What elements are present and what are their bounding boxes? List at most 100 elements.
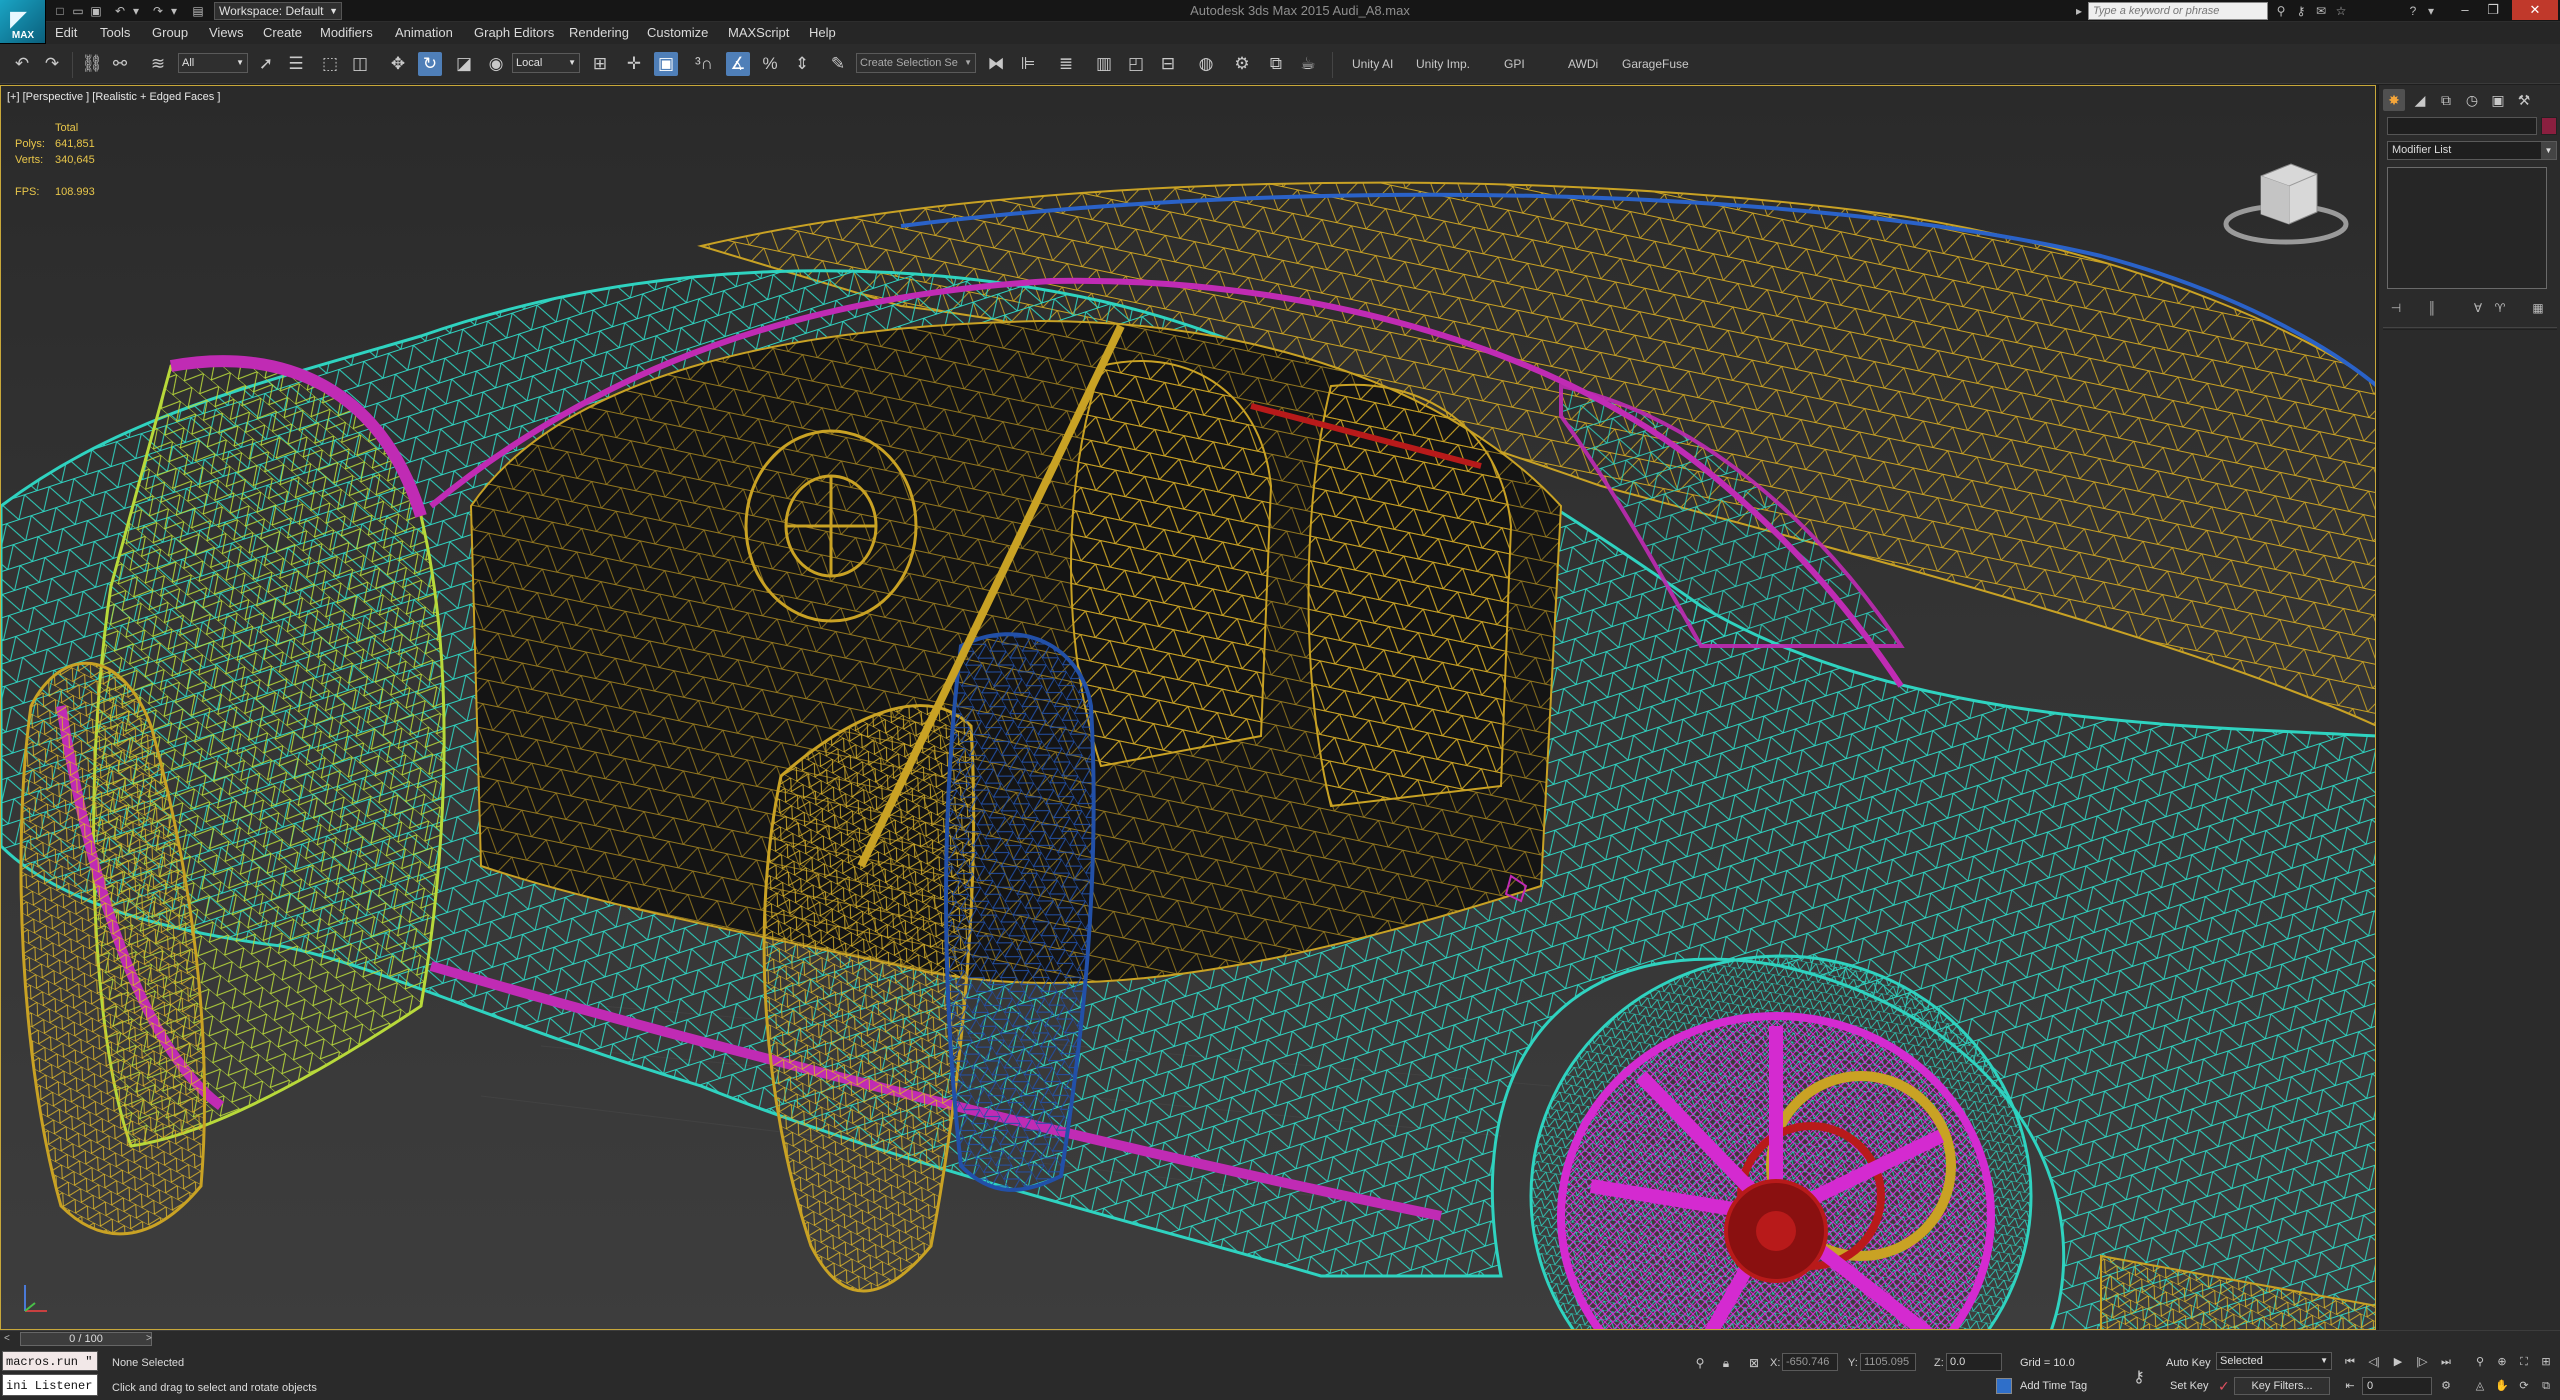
viewcube-widget[interactable] [2221,146,2351,256]
pivot-center-icon[interactable]: ⊞ [588,52,612,76]
y-coord-field[interactable]: 1105.095 [1860,1353,1916,1371]
hierarchy-tab-icon[interactable]: ⧉ [2435,89,2457,111]
rendered-frame-window-icon[interactable]: ⧉ [1264,52,1288,76]
menu-animation[interactable]: Animation [395,25,453,41]
tab-awdi[interactable]: AWDi [1568,56,1598,72]
next-key-icon[interactable]: |▷ [2412,1353,2432,1371]
select-move-icon[interactable]: ✥ [386,52,410,76]
open-file-icon[interactable]: ▭ [70,3,86,19]
play-icon[interactable]: ▶ [2388,1353,2408,1371]
help-icon[interactable]: ? [2404,3,2422,19]
named-selection-set-select[interactable]: Create Selection Se ▼ [856,53,976,73]
spinner-snap-icon[interactable]: ⇕ [790,52,814,76]
menu-graph-editors[interactable]: Graph Editors [474,25,554,41]
workspace-select[interactable]: Workspace: Default ▼ [214,2,342,20]
z-coord-field[interactable]: 0.0 [1946,1353,2002,1371]
curve-editor-icon[interactable]: ◰ [1124,52,1148,76]
select-object-icon[interactable]: ➚ [254,52,278,76]
help-dropdown-icon[interactable]: ▾ [2422,3,2440,19]
previous-key-icon[interactable]: ◁| [2364,1353,2384,1371]
communication-center-icon[interactable]: ✉ [2312,3,2330,19]
select-scale-icon[interactable]: ◪ [452,52,476,76]
current-frame-field[interactable]: 0 [2362,1377,2432,1395]
x-coord-field[interactable]: -650.746 [1782,1353,1838,1371]
minimize-button[interactable]: – [2452,0,2478,20]
go-to-end-icon[interactable]: ⏭ [2436,1353,2456,1371]
app-menu-button[interactable]: ◤ MAX [0,0,46,44]
menu-create[interactable]: Create [263,25,302,41]
subscription-icon[interactable]: ⚷ [2292,3,2310,19]
go-to-start-icon[interactable]: ⏮ [2340,1353,2360,1371]
create-tab-icon[interactable]: ✸ [2383,89,2405,111]
edit-named-selection-icon[interactable]: ✎ [826,52,850,76]
schematic-view-icon[interactable]: ⊟ [1156,52,1180,76]
modifier-list-select[interactable]: Modifier List ▼ [2387,141,2557,160]
tab-garagefuse[interactable]: GarageFuse [1622,56,1689,72]
window-crossing-icon[interactable]: ◫ [348,52,372,76]
menu-maxscript[interactable]: MAXScript [728,25,789,41]
set-key-button[interactable]: Set Key [2170,1380,2209,1392]
viewport-label-menu[interactable]: [+] [Perspective ] [Realistic + Edged Fa… [7,91,220,103]
search-scope-icon[interactable]: ▸ [2070,3,2088,19]
isolate-selection-icon[interactable]: ⚲ [1692,1355,1708,1371]
search-icon[interactable]: ⚲ [2272,3,2290,19]
menu-views[interactable]: Views [209,25,243,41]
maxscript-listener-output[interactable]: macros.run " [2,1351,98,1371]
place-icon[interactable]: ◉ [484,52,508,76]
zoom-all-icon[interactable]: ⊕ [2492,1353,2512,1371]
maxscript-listener-input[interactable]: ini Listener [2,1374,98,1396]
layer-explorer-icon[interactable]: ≣ [1054,52,1078,76]
project-folder-icon[interactable]: ▤ [190,3,206,19]
keyboard-shortcut-override-icon[interactable]: ▣ [654,52,678,76]
field-of-view-icon[interactable]: ◬ [2470,1377,2490,1395]
menu-customize[interactable]: Customize [647,25,708,41]
selection-filter-select[interactable]: All ▼ [178,53,248,73]
modify-tab-icon[interactable]: ◢ [2409,89,2431,111]
new-file-icon[interactable]: □ [52,3,68,19]
orbit-icon[interactable]: ⟳ [2514,1377,2534,1395]
display-tab-icon[interactable]: ▣ [2487,89,2509,111]
render-production-icon[interactable]: ☕ [1296,52,1320,76]
maximize-viewport-icon[interactable]: ⧉ [2536,1377,2556,1395]
select-rotate-icon[interactable]: ↻ [418,52,442,76]
configure-modifier-sets-icon[interactable]: ▦ [2529,299,2547,317]
restore-button[interactable]: ❐ [2480,0,2506,20]
key-filters-button[interactable]: Key Filters... [2234,1377,2330,1395]
tab-unity-imp[interactable]: Unity Imp. [1416,56,1470,72]
motion-tab-icon[interactable]: ◷ [2461,89,2483,111]
unlink-icon[interactable]: ⚯ [108,52,132,76]
menu-group[interactable]: Group [152,25,188,41]
add-time-tag-button[interactable]: Add Time Tag [2020,1380,2087,1392]
toggle-ribbon-icon[interactable]: ▥ [1092,52,1116,76]
material-editor-icon[interactable]: ◍ [1194,52,1218,76]
menu-modifiers[interactable]: Modifiers [320,25,373,41]
save-file-icon[interactable]: ▣ [88,3,104,19]
link-icon[interactable]: ⛓ [80,52,104,76]
align-icon[interactable]: ⊫ [1016,52,1040,76]
zoom-icon[interactable]: ⚲ [2470,1353,2490,1371]
tab-gpi[interactable]: GPI [1504,56,1525,72]
time-tag-icon[interactable] [1996,1378,2012,1394]
pan-view-icon[interactable]: ✋ [2492,1377,2512,1395]
absolute-transform-icon[interactable]: ⊠ [1746,1355,1762,1371]
favorites-star-icon[interactable]: ☆ [2332,3,2350,19]
redo-dropdown-icon[interactable]: ▾ [166,3,182,19]
previous-frame-icon[interactable]: < [4,1333,16,1345]
time-slider-thumb[interactable]: 0 / 100 [20,1332,152,1346]
menu-tools[interactable]: Tools [100,25,130,41]
mirror-icon[interactable]: ⧓ [984,52,1008,76]
auto-key-button[interactable]: Auto Key [2166,1357,2211,1369]
key-mode-select[interactable]: Selected ▼ [2216,1352,2332,1370]
snaps-toggle-icon[interactable]: ³∩ [692,52,716,76]
tab-unity-ai[interactable]: Unity AI [1352,56,1393,72]
perspective-viewport[interactable]: [+] [Perspective ] [Realistic + Edged Fa… [0,85,2376,1330]
object-color-swatch[interactable] [2541,117,2557,135]
make-unique-icon[interactable]: ∀ [2469,299,2487,317]
menu-help[interactable]: Help [809,25,836,41]
render-setup-icon[interactable]: ⚙ [1230,52,1254,76]
search-input[interactable]: Type a keyword or phrase [2088,2,2268,20]
set-keys-icon[interactable]: ⚷ [2126,1369,2152,1387]
key-mode-toggle-icon[interactable]: ⇤ [2340,1377,2360,1395]
redo-icon[interactable]: ↷ [40,52,64,76]
pin-stack-icon[interactable]: ⊣ [2387,299,2405,317]
